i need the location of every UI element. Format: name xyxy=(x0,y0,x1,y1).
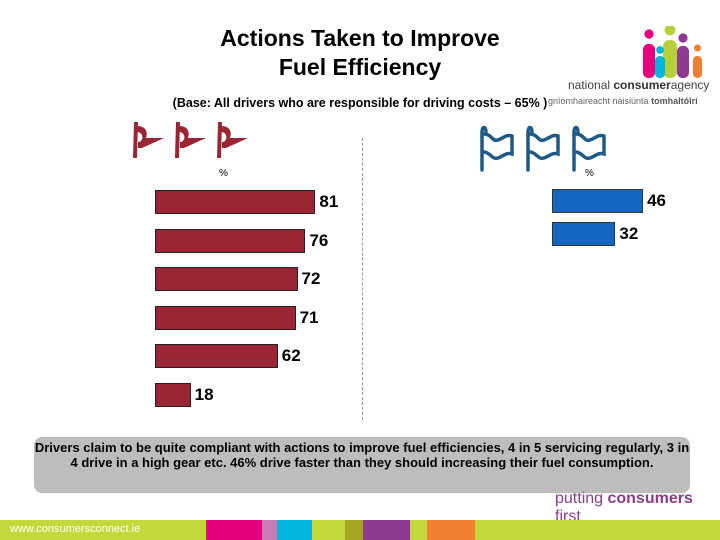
logo-figure-head xyxy=(644,29,654,39)
slogan-part-2: consumers xyxy=(607,490,693,507)
logo-figure-body xyxy=(655,56,665,78)
nca-logo: national consumeragency gníomhaireacht n… xyxy=(540,26,720,116)
logo-figure-head xyxy=(694,44,701,52)
bar-value-label: 76 xyxy=(309,230,329,250)
logo-figure-head xyxy=(678,33,688,43)
section-divider xyxy=(362,138,363,420)
blue-flag-icon xyxy=(480,125,514,172)
footer-color-stripe xyxy=(262,520,277,540)
people-figures-icon xyxy=(643,26,702,78)
red-flags-group xyxy=(128,118,252,166)
logo-sub-light: gníomhaireacht náisiúnta xyxy=(548,96,652,106)
logo-name-light: national xyxy=(568,78,614,92)
bar-value-label: 72 xyxy=(301,269,321,288)
bar xyxy=(155,382,191,407)
bar-value-label: 18 xyxy=(194,384,214,404)
left-unit-label: % xyxy=(219,168,228,179)
slogan-part-1: putting xyxy=(555,490,608,507)
bar xyxy=(552,222,616,246)
blue-flag-icon xyxy=(526,125,560,172)
logo-figure-body xyxy=(677,46,689,78)
right-unit-label: % xyxy=(585,168,594,179)
logo-figure-body xyxy=(693,56,702,78)
red-flag-icon xyxy=(217,122,248,158)
bar xyxy=(155,267,298,291)
bar-value-label: 32 xyxy=(619,224,639,243)
footer-color-stripe xyxy=(345,520,363,540)
red-flag-icon xyxy=(133,122,164,158)
bar-value-label: 46 xyxy=(647,191,666,210)
bar xyxy=(155,190,316,214)
blue-flags-group xyxy=(474,124,610,172)
logo-sub-bold: tomhaltóirí xyxy=(651,96,698,106)
bar xyxy=(155,228,306,253)
red-flag-icon xyxy=(175,122,206,158)
bar-value-label: 71 xyxy=(299,307,319,327)
logo-irish-name: gníomhaireacht náisiúnta tomhaltóirí xyxy=(548,96,698,106)
footer-url-link[interactable]: www.consumersconnect.ie xyxy=(10,523,140,535)
logo-figure-head xyxy=(664,26,676,36)
footer-color-stripe xyxy=(277,520,312,540)
blue-flag-icon xyxy=(572,125,606,172)
footer-color-stripe xyxy=(363,520,410,540)
title-line-1: Actions Taken to Improve xyxy=(220,25,500,51)
logo-name: national consumeragency xyxy=(568,78,709,92)
title-line-2: Fuel Efficiency xyxy=(278,54,442,80)
logo-figure-body xyxy=(663,40,677,78)
summary-box: Drivers claim to be quite compliant with… xyxy=(34,437,690,493)
chart-title: Actions Taken to Improve Fuel Efficiency xyxy=(150,24,570,82)
bar-value-label: 62 xyxy=(281,346,301,365)
logo-name-bold: consumer xyxy=(613,78,671,92)
bar xyxy=(155,305,296,330)
bar xyxy=(552,189,644,213)
logo-name-tail: agency xyxy=(670,78,710,92)
logo-figure-body xyxy=(643,44,655,78)
logo-figure-head xyxy=(656,46,664,54)
footer-color-stripe xyxy=(427,520,475,540)
bar xyxy=(155,344,278,368)
bar-value-label: 81 xyxy=(319,192,339,211)
footer-color-stripe xyxy=(206,520,262,540)
